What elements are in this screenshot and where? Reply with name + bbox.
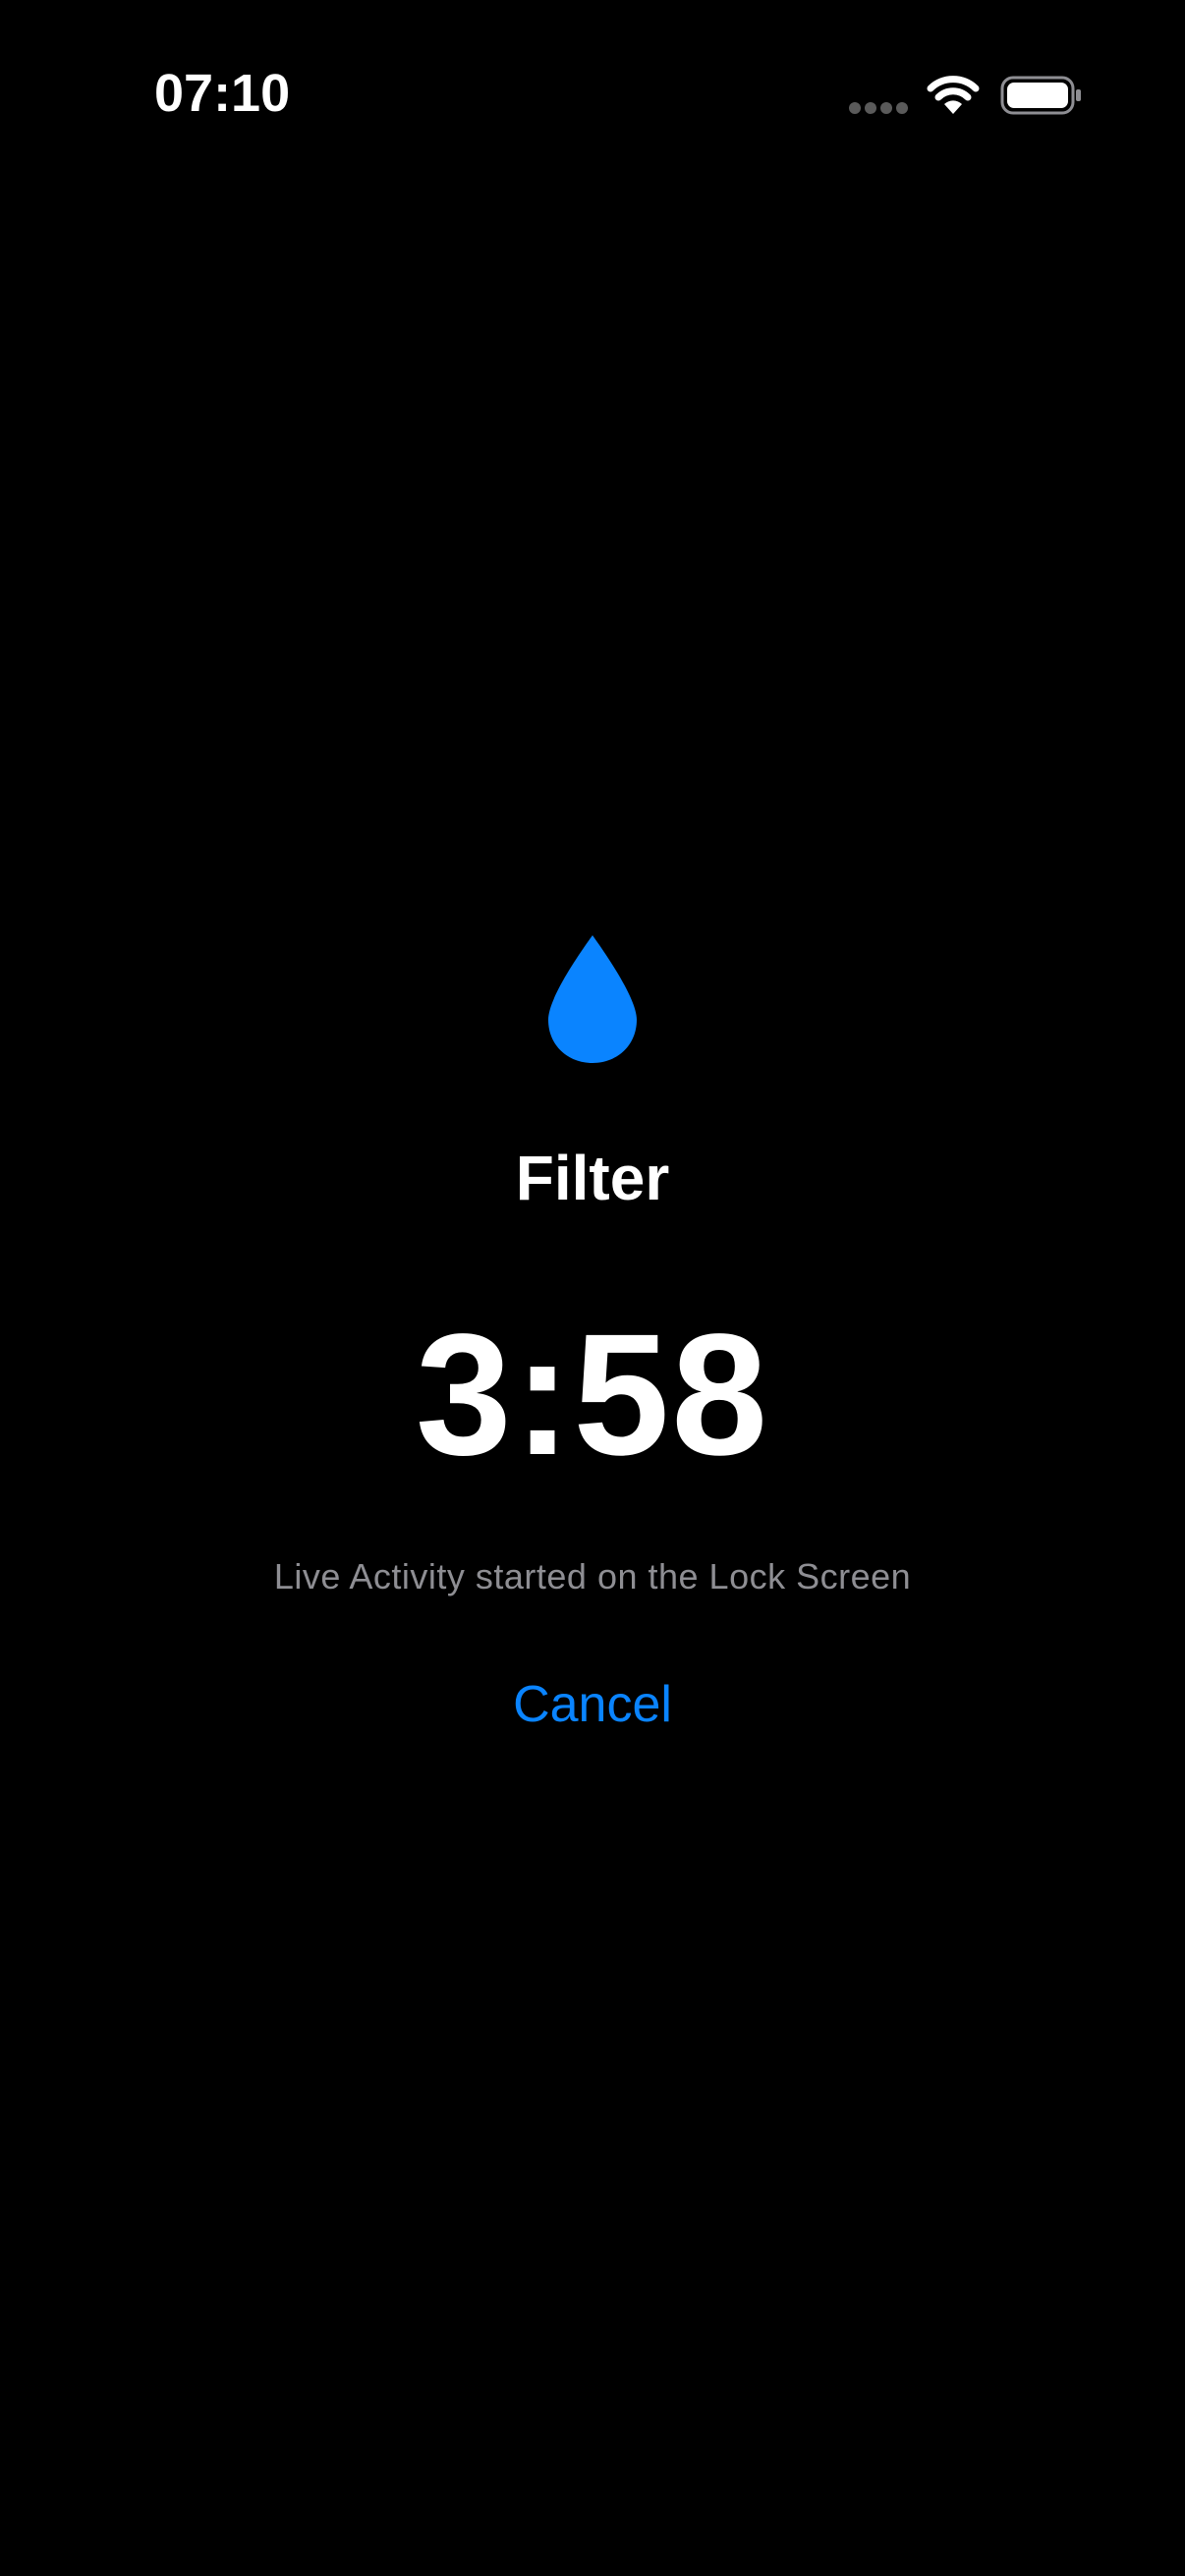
live-activity-screen: Filter 3:58 Live Activity started on the… — [0, 0, 1185, 2576]
cancel-button[interactable]: Cancel — [445, 1660, 740, 1749]
water-drop-icon — [548, 935, 637, 1063]
status-message: Live Activity started on the Lock Screen — [273, 1556, 912, 1596]
countdown-timer: 3:58 — [415, 1299, 770, 1491]
activity-title: Filter — [515, 1143, 670, 1213]
